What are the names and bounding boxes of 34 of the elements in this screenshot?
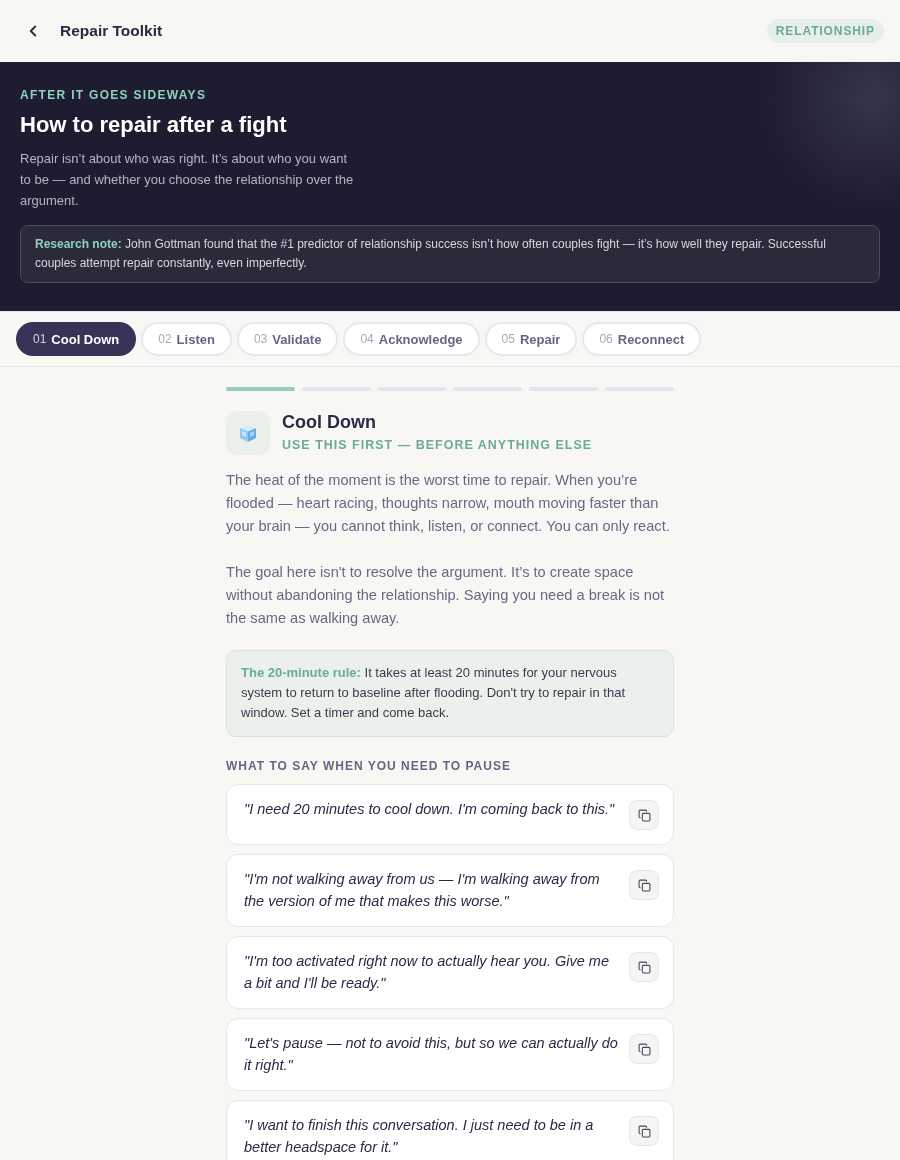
step-tab[interactable]: 05 Repair (484, 322, 578, 356)
copy-button[interactable] (629, 1034, 659, 1064)
copy-icon (637, 960, 651, 974)
page-title: Repair Toolkit (60, 22, 163, 40)
step-tab[interactable]: 03 Validate (236, 322, 339, 356)
rule-callout: The 20-minute rule: It takes at least 20 minutes for your nervous system to return to baseline after flooding. Don't try to repair in that window. Set a timer and come back. (226, 650, 674, 737)
step-tab[interactable]: 04 Acknowledge (343, 322, 480, 356)
hero-description: Repair isn’t about who was right. It’s about who you want to be — and whether you choose the relationship over the argument. (20, 150, 355, 210)
ice-cube-icon (226, 411, 270, 455)
copy-icon (637, 1042, 651, 1056)
step-tab[interactable]: 06 Reconnect (582, 322, 702, 356)
body-paragraph: The goal here isn't to resolve the argument. It’s to create space without abandoning the relationship. Saying you need a break is not the same as walking away. (226, 563, 666, 628)
hero-eyebrow: AFTER IT GOES SIDEWAYS (20, 88, 208, 102)
phrase-text: "Let's pause — not to avoid this, but so we can actually do it right." (244, 1034, 619, 1075)
phrase-text: "I need 20 minutes to cool down. I'm coming back to this." (244, 800, 616, 819)
copy-button[interactable] (629, 800, 659, 830)
phrase-text: "I'm too activated right now to actually hear you. Give me a bit and I'll be ready." (244, 952, 610, 993)
category-badge: RELATIONSHIP (766, 19, 884, 43)
step-subtitle: USE THIS FIRST — BEFORE ANYTHING ELSE (282, 438, 593, 452)
copy-button[interactable] (629, 870, 659, 900)
phrase-text: "I'm not walking away from us — I'm walking away from the version of me that makes this worse." (244, 870, 601, 911)
copy-icon (637, 1124, 651, 1138)
copy-button[interactable] (629, 1116, 659, 1146)
phrase-text: "I want to finish this conversation. I just need to be in a better headspace for it." (244, 1116, 595, 1157)
research-note: Research note: John Gottman found that the #1 predictor of relationship success isn’t how often couples fight — it’s how well they repair. Successful couples attempt repair constantly, even imperfectly. (20, 225, 880, 283)
step-tab[interactable]: 02 Listen (141, 322, 232, 356)
copy-button[interactable] (629, 952, 659, 982)
section-heading: WHAT TO SAY WHEN YOU NEED TO PAUSE (226, 759, 512, 773)
step-tab[interactable]: 01 Cool Down (16, 322, 137, 356)
body-paragraph: The heat of the moment is the worst time to repair. When you’re flooded — heart racing, thoughts narrow, mouth moving faster than your brain — you cannot think, listen, or connect. You can only react. (226, 471, 671, 536)
copy-icon (637, 878, 651, 892)
step-title: Cool Down (282, 412, 377, 433)
hero-title: How to repair after a fight (20, 112, 288, 138)
copy-icon (637, 808, 651, 822)
